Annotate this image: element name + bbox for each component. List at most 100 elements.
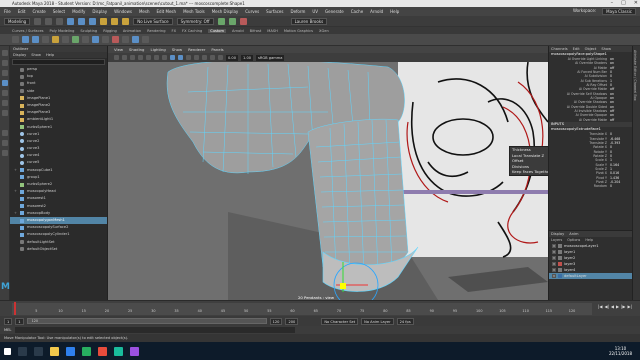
outliner-item[interactable]: front: [10, 80, 107, 87]
layout-outliner-icon[interactable]: [1, 150, 8, 156]
exposure-field[interactable]: 0.00: [226, 54, 239, 61]
image-plane-icon[interactable]: [138, 55, 143, 60]
visibility-toggle[interactable]: V: [552, 244, 556, 248]
open-scene-icon[interactable]: [45, 17, 53, 25]
viewport-menu-lighting[interactable]: Lighting: [150, 47, 165, 52]
minimize-icon[interactable]: –: [611, 0, 614, 7]
shelf-tool-icon[interactable]: [42, 36, 49, 43]
shelf-tab-fx-caching[interactable]: FX Caching: [182, 29, 202, 33]
time-slider[interactable]: 5 10 15 20 25 30 35 40 45 50 55 60 65 70 75 80 85 90 95 100…: [0, 300, 640, 316]
channel-value[interactable]: off: [609, 118, 632, 122]
layer-color-swatch[interactable]: [558, 268, 562, 272]
render-icon[interactable]: [217, 17, 225, 25]
end-time-field[interactable]: 200: [285, 317, 299, 325]
outliner-menu-show[interactable]: Show: [31, 52, 41, 58]
shelf-tool-icon[interactable]: [62, 36, 69, 43]
shelf-tab-bifrost[interactable]: Bifrost: [250, 29, 262, 33]
go-start-icon[interactable]: |◀: [598, 304, 602, 309]
shelf-tab-animation[interactable]: Animation: [123, 29, 141, 33]
menu-item-deform[interactable]: Deform: [290, 9, 305, 14]
viewport-menu-view[interactable]: View: [114, 47, 123, 52]
menu-item-edit-mesh[interactable]: Edit Mesh: [157, 9, 177, 14]
maya-taskbar-icon[interactable]: [114, 346, 123, 356]
layout-single-icon[interactable]: [1, 130, 8, 136]
menu-item-windows[interactable]: Windows: [114, 9, 132, 14]
layer-color-swatch[interactable]: [558, 262, 562, 266]
shelf-tool-icon[interactable]: [72, 36, 79, 43]
layer-color-swatch[interactable]: [558, 250, 562, 254]
menu-item-modify[interactable]: Modify: [72, 9, 85, 14]
render-settings-icon[interactable]: [239, 17, 247, 25]
menu-item-create[interactable]: Create: [32, 9, 45, 14]
menu-item-surfaces[interactable]: Surfaces: [266, 9, 283, 14]
last-tool-icon[interactable]: [1, 110, 8, 116]
wireframe-icon[interactable]: [170, 55, 175, 60]
layer-color-swatch[interactable]: [558, 244, 562, 248]
outliner-item[interactable]: curve2: [10, 138, 107, 145]
playback-start-field[interactable]: 1: [15, 317, 24, 325]
windows-start-icon[interactable]: [4, 347, 11, 355]
shelf-tab-arnold[interactable]: Arnold: [232, 29, 244, 33]
shelf-tab-rigging[interactable]: Rigging: [103, 29, 117, 33]
menu-item-mesh-tools[interactable]: Mesh Tools: [183, 9, 205, 14]
isolate-icon[interactable]: [218, 55, 223, 60]
outliner-menu-display[interactable]: Display: [13, 52, 26, 58]
layout-four-icon[interactable]: [1, 140, 8, 146]
select-object-icon[interactable]: [78, 17, 86, 25]
scale-tool-icon[interactable]: [1, 100, 8, 106]
live-surface-dropdown[interactable]: No Live Surface: [133, 17, 173, 25]
menu-item-generate[interactable]: Generate: [325, 9, 344, 14]
snap-curve-icon[interactable]: [111, 17, 119, 25]
play-back-icon[interactable]: ◀: [611, 304, 614, 309]
shelf-tool-icon[interactable]: [122, 36, 129, 43]
menu-item-file[interactable]: File: [4, 9, 11, 14]
outliner-item[interactable]: curve1: [10, 131, 107, 138]
film-gate-icon[interactable]: [154, 55, 159, 60]
menu-item-mesh[interactable]: Mesh: [139, 9, 150, 14]
user-login[interactable]: Lauren Brooks: [290, 17, 328, 25]
rotate-tool-icon[interactable]: [1, 90, 8, 96]
fps-dropdown[interactable]: 24 fps: [396, 317, 414, 325]
textured-icon[interactable]: [186, 55, 191, 60]
lasso-tool-icon[interactable]: [1, 60, 8, 66]
file-explorer-icon[interactable]: [50, 346, 59, 356]
shelf-tool-icon[interactable]: [52, 36, 59, 43]
layer-color-swatch[interactable]: [558, 256, 562, 260]
visibility-toggle[interactable]: V: [552, 256, 556, 260]
viewport-menu-panels[interactable]: Panels: [211, 47, 223, 52]
snap-grid-icon[interactable]: [100, 17, 108, 25]
grid-icon[interactable]: [146, 55, 151, 60]
outliner-item[interactable]: moscoscopolySurface2: [10, 224, 107, 231]
viewport-menu-renderer[interactable]: Renderer: [188, 47, 205, 52]
select-component-icon[interactable]: [89, 17, 97, 25]
edge-icon[interactable]: [66, 346, 75, 356]
shelf-tool-icon[interactable]: [22, 36, 29, 43]
go-end-icon[interactable]: ▶|: [627, 304, 631, 309]
menu-item-display[interactable]: Display: [92, 9, 107, 14]
shelf-tab-motion-graphics[interactable]: Motion Graphics: [284, 29, 313, 33]
chrome-icon[interactable]: [98, 346, 107, 356]
ipr-render-icon[interactable]: [228, 17, 236, 25]
shelf-tab-xgen[interactable]: XGen: [319, 29, 329, 33]
shelf-tab-sculpting[interactable]: Sculpting: [80, 29, 97, 33]
menu-item-edit[interactable]: Edit: [18, 9, 26, 14]
visibility-toggle[interactable]: V: [552, 274, 556, 278]
task-view-icon[interactable]: [34, 346, 43, 356]
layer-menu-options[interactable]: Options: [567, 237, 580, 243]
visibility-toggle[interactable]: V: [552, 268, 556, 272]
shelf-tool-icon[interactable]: [92, 36, 99, 43]
viewport-scene[interactable]: [108, 62, 548, 300]
visibility-toggle[interactable]: V: [552, 262, 556, 266]
outliner-item[interactable]: imagePlane3: [10, 109, 107, 116]
menu-item-curves[interactable]: Curves: [245, 9, 259, 14]
lights-icon[interactable]: [194, 55, 199, 60]
shelf-tab-custom[interactable]: Custom: [208, 28, 227, 33]
outliner-search-input[interactable]: [12, 59, 105, 65]
outliner-item[interactable]: curve3: [10, 145, 107, 152]
outliner-item[interactable]: + moscopBody: [10, 210, 107, 217]
bookmark-icon[interactable]: [130, 55, 135, 60]
outliner-item[interactable]: nurbsSphere2: [10, 181, 107, 188]
shelf-tab-poly-modeling[interactable]: Poly Modeling: [50, 29, 75, 33]
shelf-tab-mash[interactable]: MASH: [267, 29, 278, 33]
mode-dropdown[interactable]: Modeling: [4, 17, 31, 25]
